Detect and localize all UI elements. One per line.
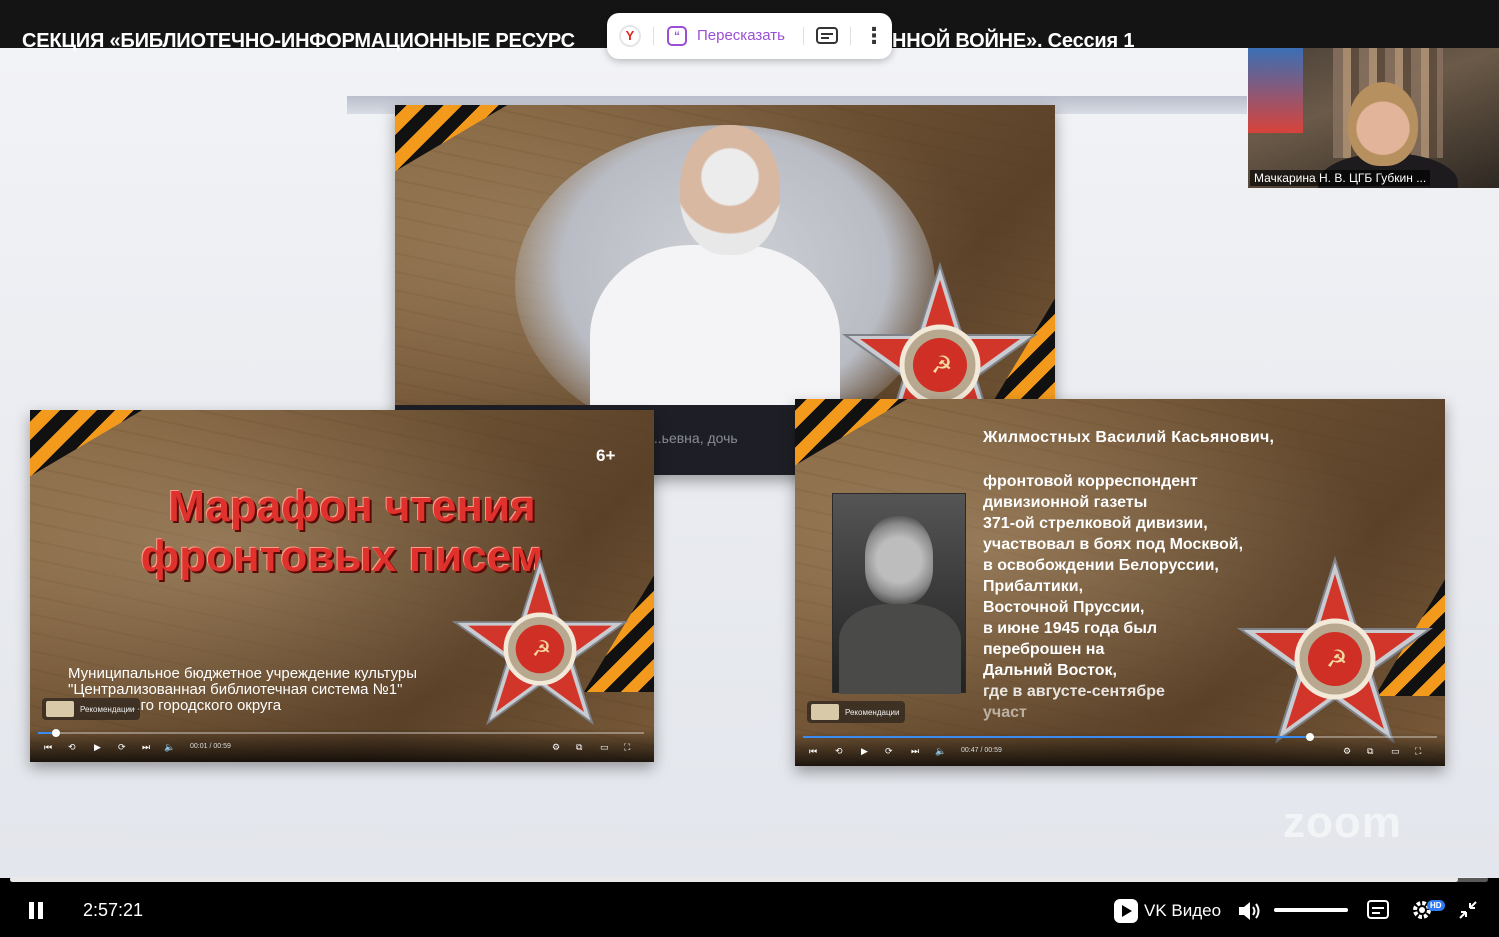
recommendations-chip[interactable]: Рекомендации	[807, 701, 906, 723]
svg-text:☭: ☭	[931, 351, 953, 379]
retell-button[interactable]: Пересказать	[697, 27, 785, 44]
rewind-10-icon[interactable]: ⟲	[835, 746, 843, 756]
more-vertical-icon[interactable]: ⋮	[863, 23, 885, 49]
org-line: "Централизованная библиотечная система №…	[68, 681, 403, 698]
background-screen	[1248, 48, 1303, 133]
exit-fullscreen-icon[interactable]	[1458, 900, 1478, 920]
video-caption: ...ьевна, дочь	[650, 430, 738, 446]
popup-divider	[803, 27, 804, 45]
vk-video-logo-icon[interactable]	[1114, 899, 1138, 923]
recommendations-label: Рекомендации	[845, 707, 900, 717]
volume-slider[interactable]	[1274, 908, 1348, 912]
session-title-left: СЕКЦИЯ «БИБЛИОТЕЧНО-ИНФОРМАЦИОННЫЕ РЕСУР…	[22, 30, 575, 52]
forward-10-icon[interactable]: ⟳	[885, 746, 893, 756]
embedded-player-controls: ⏮ ⟲ ▶ ⟳ ⏭ 🔈 00:01 / 00:59 ⚙ ⧉ ▭ ⛶	[30, 728, 654, 762]
speaker-head	[1348, 82, 1418, 166]
recommendations-chip[interactable]: Рекомендации	[42, 698, 141, 720]
org-line: Муниципальное бюджетное учреждение культ…	[68, 665, 418, 682]
speaker-webcam-tile[interactable]: Мачкарина Н. В. ЦГБ Губкин ...	[1248, 48, 1499, 188]
subtitles-icon[interactable]	[816, 27, 838, 44]
next-icon[interactable]: ⏭	[142, 742, 150, 752]
recommendation-thumbnail	[46, 701, 74, 717]
age-rating-badge: 6+	[596, 446, 616, 465]
pip-icon[interactable]: ⧉	[576, 742, 582, 752]
play-icon[interactable]: ▶	[861, 746, 868, 756]
session-title-right: ННОЙ ВОЙНЕ». Сессия 1	[892, 30, 1135, 52]
theater-icon[interactable]: ▭	[600, 742, 609, 752]
volume-icon[interactable]: 🔈	[935, 746, 946, 756]
volume-icon[interactable]: 🔈	[164, 742, 175, 752]
popup-divider	[850, 27, 851, 45]
vk-video-brand[interactable]: VK Видео	[1144, 901, 1221, 921]
patriotic-war-order-icon: ☭	[451, 555, 629, 726]
rewind-10-icon[interactable]: ⟲	[68, 742, 76, 752]
embedded-progress-knob[interactable]	[52, 729, 61, 737]
marathon-title-line1: Марафон чтения	[168, 482, 536, 531]
pip-icon[interactable]: ⧉	[1367, 746, 1373, 756]
hero-tunic	[839, 604, 961, 694]
recommendations-label: Рекомендации	[80, 704, 135, 714]
play-icon[interactable]: ▶	[94, 742, 101, 752]
reader-head	[680, 125, 780, 255]
speaker-name-tag: Мачкарина Н. В. ЦГБ Губкин ...	[1250, 170, 1431, 186]
theater-icon[interactable]: ▭	[1391, 746, 1400, 756]
embedded-time: 00:01 / 00:59	[190, 743, 231, 750]
volume-icon[interactable]	[1237, 899, 1263, 923]
skip-back-icon[interactable]: ⏮	[809, 746, 817, 756]
embedded-progress-knob[interactable]	[1306, 733, 1315, 741]
embedded-time: 00:47 / 00:59	[961, 747, 1002, 754]
hero-portrait	[832, 493, 966, 694]
quote-bubble-icon[interactable]: “	[667, 26, 687, 46]
player-progress-fill	[10, 877, 1459, 882]
next-icon[interactable]: ⏭	[911, 746, 919, 756]
hero-name: Жилмостных Василий Касьянович,	[983, 429, 1275, 446]
volume-slider-fill	[1274, 908, 1348, 912]
skip-back-icon[interactable]: ⏮	[44, 742, 52, 752]
session-title: СЕКЦИЯ «БИБЛИОТЕЧНО-ИНФОРМАЦИОННЫЕ РЕСУР…	[22, 30, 1134, 53]
st-george-ribbon-icon	[795, 399, 975, 489]
video-card-hero[interactable]: Жилмостных Василий Касьянович, фронтовой…	[795, 399, 1445, 766]
video-card-marathon[interactable]: 6+ Марафон чтения фронтовых писем ☭ Муни…	[30, 410, 654, 762]
fullscreen-icon[interactable]: ⛶	[624, 742, 630, 752]
patriotic-war-order-icon: ☭	[1236, 555, 1434, 744]
popup-divider	[653, 27, 654, 45]
player-progress-bar[interactable]	[10, 877, 1488, 882]
svg-text:☭: ☭	[532, 637, 551, 662]
embedded-progress-bar[interactable]	[803, 733, 1437, 741]
recommendation-thumbnail	[811, 704, 839, 720]
bio-line: фронтовой корреспондент	[983, 473, 1198, 490]
forward-10-icon[interactable]: ⟳	[118, 742, 126, 752]
settings-icon[interactable]: ⚙	[1343, 746, 1351, 756]
subtitles-icon[interactable]	[1367, 900, 1389, 919]
st-george-ribbon-icon	[395, 105, 575, 195]
svg-text:☭: ☭	[1326, 645, 1348, 673]
bio-line: дивизионной газеты	[983, 494, 1148, 511]
embedded-progress-bar[interactable]	[38, 729, 644, 737]
hd-badge: HD	[1427, 900, 1445, 911]
yandex-video-popup: Y “ Пересказать ⋮	[607, 13, 892, 59]
embedded-progress-fill	[803, 736, 1311, 738]
pause-icon[interactable]	[29, 902, 43, 919]
player-current-time: 2:57:21	[83, 900, 144, 920]
settings-icon[interactable]: ⚙	[552, 742, 560, 752]
hero-face	[865, 516, 933, 604]
fullscreen-icon[interactable]: ⛶	[1415, 746, 1421, 756]
zoom-watermark: zoom	[1283, 798, 1402, 847]
yandex-logo-icon[interactable]: Y	[619, 25, 641, 47]
bio-line: 371-ой стрелковой дивизии,	[983, 515, 1208, 532]
embedded-player-controls: ⏮ ⟲ ▶ ⟳ ⏭ 🔈 00:47 / 00:59 ⚙ ⧉ ▭ ⛶	[795, 732, 1445, 766]
